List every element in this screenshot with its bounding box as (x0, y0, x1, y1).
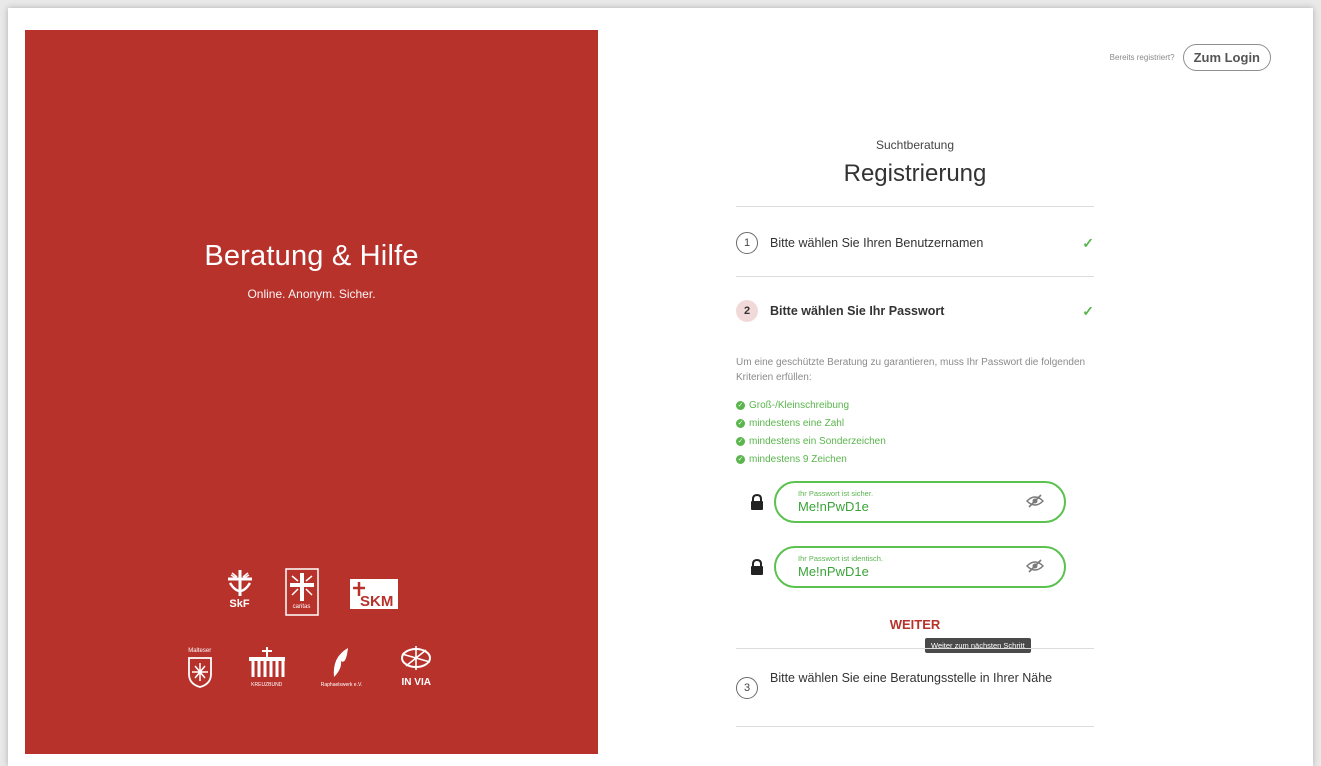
kreuzbund-caption: KREUZBUND (251, 682, 283, 688)
malteser-caption: Malteser (188, 648, 212, 654)
password-criteria-list: ✓ Groß-/Kleinschreibung ✓ mindestens ein… (736, 396, 1094, 468)
login-bar: Bereits registriert? Zum Login (1110, 44, 1271, 71)
confirm-password-field-row: Ihr Passwort ist identisch. Me!nPwD1e (748, 546, 1094, 588)
criterion-item: ✓ mindestens eine Zahl (736, 414, 1094, 432)
skf-logo: SkF (225, 569, 255, 610)
step-1-label: Bitte wählen Sie Ihren Benutzernamen (770, 236, 984, 250)
lock-icon (748, 559, 766, 575)
criterion-label: mindestens ein Sonderzeichen (749, 435, 886, 447)
step-1-header[interactable]: 1 Bitte wählen Sie Ihren Benutzernamen ✓ (736, 232, 1094, 254)
step-3-header[interactable]: 3 Bitte wählen Sie eine Beratungsstelle … (736, 669, 1094, 699)
step-3-label: Bitte wählen Sie eine Beratungsstelle in… (770, 671, 1053, 685)
confirm-password-input-value: Me!nPwD1e (798, 564, 869, 579)
caritas-logo: caritas (284, 568, 319, 616)
criterion-label: Groß-/Kleinschreibung (749, 399, 850, 411)
check-circle-icon: ✓ (736, 418, 745, 428)
lock-icon (748, 494, 766, 510)
malteser-logo: Malteser (187, 647, 213, 688)
next-button-tooltip: Weiter zum nächsten Schritt (925, 638, 1031, 653)
page-title: Registrierung (843, 160, 987, 187)
password-input-value: Me!nPwD1e (798, 499, 869, 514)
step-3-number: 3 (736, 677, 758, 699)
confirm-password-input-label: Ihr Passwort ist identisch. (798, 554, 884, 563)
kreuzbund-logo: KREUZBUND (247, 647, 287, 688)
login-button[interactable]: Zum Login (1182, 44, 1271, 71)
check-circle-icon: ✓ (736, 400, 745, 410)
divider (736, 276, 1094, 277)
divider (736, 648, 1094, 649)
eye-slash-icon[interactable] (1026, 494, 1044, 513)
check-icon: ✓ (1082, 302, 1094, 319)
step-1-number: 1 (736, 232, 758, 254)
criterion-item: ✓ mindestens 9 Zeichen (736, 450, 1094, 468)
brand-subtitle: Online. Anonym. Sicher. (247, 287, 376, 301)
next-button[interactable]: WEITER (736, 617, 1094, 632)
brand-title: Beratung & Hilfe (204, 240, 419, 272)
criterion-item: ✓ Groß-/Kleinschreibung (736, 396, 1094, 414)
caritas-caption: caritas (292, 604, 311, 610)
already-registered-text: Bereits registriert? (1109, 53, 1175, 62)
raphaelswerk-logo: Raphaelswerk e.V. (320, 647, 363, 688)
check-icon: ✓ (1082, 234, 1094, 251)
brand-panel: Beratung & Hilfe Online. Anonym. Sicher.… (25, 30, 598, 754)
password-field-row: Ihr Passwort ist sicher. Me!nPwD1e (748, 481, 1094, 523)
in-via-caption: IN VIA (401, 677, 431, 688)
partner-logos-row-1: SkF caritas SKM (25, 568, 598, 616)
password-input-label: Ihr Passwort ist sicher. (798, 489, 874, 498)
criterion-label: mindestens 9 Zeichen (749, 453, 847, 465)
password-intro: Um eine geschützte Beratung zu garantier… (736, 357, 1086, 383)
skm-logo: SKM (349, 578, 399, 610)
password-input[interactable]: Ihr Passwort ist sicher. Me!nPwD1e (774, 481, 1066, 523)
divider (736, 726, 1094, 727)
divider (736, 206, 1094, 207)
criterion-label: mindestens eine Zahl (749, 417, 845, 429)
step-2-number: 2 (736, 300, 758, 322)
partner-logos-row-2: Malteser KREUZBUND Raphaelswerk e.V. IN … (25, 644, 598, 688)
app-window: Beratung & Hilfe Online. Anonym. Sicher.… (8, 8, 1313, 766)
check-circle-icon: ✓ (736, 436, 745, 446)
raphaelswerk-caption: Raphaelswerk e.V. (320, 682, 363, 688)
step-2-label: Bitte wählen Sie Ihr Passwort (770, 304, 945, 318)
confirm-password-input[interactable]: Ihr Passwort ist identisch. Me!nPwD1e (774, 546, 1066, 588)
in-via-logo: IN VIA (396, 644, 436, 688)
step-2-header[interactable]: 2 Bitte wählen Sie Ihr Passwort ✓ (736, 300, 1094, 322)
eye-slash-icon[interactable] (1026, 559, 1044, 578)
check-circle-icon: ✓ (736, 454, 745, 464)
consulting-type: Suchtberatung (875, 138, 955, 152)
svg-text:SKM: SKM (360, 593, 393, 610)
criterion-item: ✓ mindestens ein Sonderzeichen (736, 432, 1094, 450)
skf-caption: SkF (229, 598, 250, 610)
